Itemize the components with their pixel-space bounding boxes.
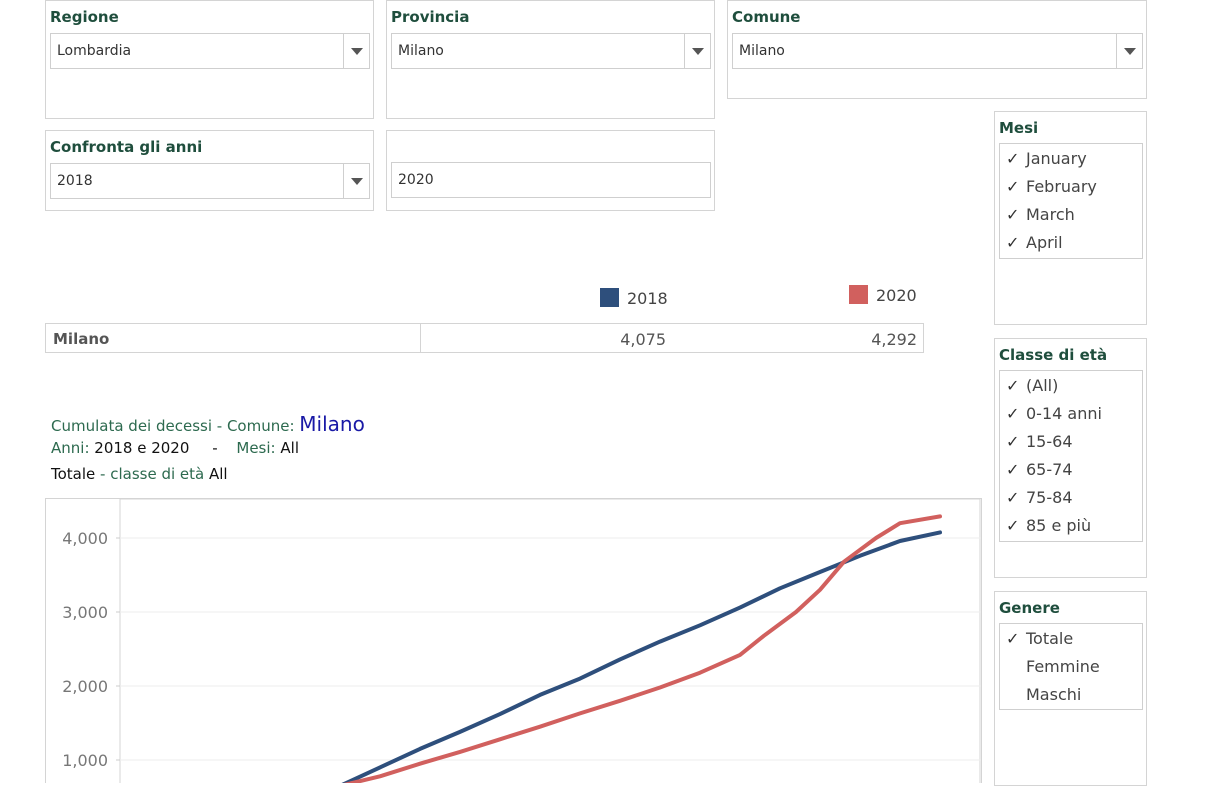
list-item[interactable]: ✓ February: [1006, 177, 1097, 203]
list-item[interactable]: ✓ 85 e più: [1006, 516, 1091, 542]
genere-title: Genere: [999, 599, 1060, 617]
list-item[interactable]: Maschi: [1006, 685, 1081, 711]
subtitle-city: Milano: [299, 412, 365, 436]
summary-value-2020: 4,292: [871, 330, 917, 349]
list-item[interactable]: ✓ Totale: [1006, 629, 1073, 655]
y-tick-label: 2,000: [62, 677, 108, 696]
genere-list: ✓ Totale Femmine Maschi: [999, 623, 1143, 710]
list-item[interactable]: ✓ (All): [1006, 376, 1058, 402]
regione-dropdown-button[interactable]: [343, 34, 369, 68]
y-tick-label: 3,000: [62, 603, 108, 622]
cumulative-deaths-chart: 1,000 2,000 3,000 4,000: [45, 498, 982, 783]
genere-filter: Genere ✓ Totale Femmine Maschi: [994, 591, 1147, 786]
list-item[interactable]: ✓ March: [1006, 205, 1075, 231]
anni-value1: 2018: [57, 173, 93, 189]
y-tick-label: 1,000: [62, 751, 108, 770]
list-item[interactable]: ✓ January: [1006, 149, 1087, 175]
provincia-dropdown[interactable]: Milano: [391, 33, 711, 69]
comune-filter: Comune Milano: [727, 0, 1147, 99]
check-icon: ✓: [1006, 460, 1020, 479]
anni-filter: Confronta gli anni 2018: [45, 130, 374, 211]
list-item[interactable]: Femmine: [1006, 657, 1100, 683]
regione-title: Regione: [50, 8, 119, 26]
list-item[interactable]: ✓ 0-14 anni: [1006, 404, 1102, 430]
comune-value: Milano: [739, 43, 785, 59]
chevron-down-icon: [692, 48, 704, 55]
check-icon: ✓: [1006, 376, 1020, 395]
subtitle-line1: Cumulata dei decessi - Comune: Milano: [51, 412, 365, 436]
check-icon: ✓: [1006, 149, 1020, 168]
classe-title: Classe di età: [999, 346, 1108, 364]
legend-label-2020: 2020: [876, 286, 917, 305]
summary-value-2018: 4,075: [620, 330, 666, 349]
chevron-down-icon: [1124, 48, 1136, 55]
list-item[interactable]: ✓ 15-64: [1006, 432, 1073, 458]
check-icon: ✓: [1006, 516, 1020, 535]
anni2-filter: 2020: [386, 130, 715, 211]
list-item[interactable]: ✓ 75-84: [1006, 488, 1073, 514]
plot-area: [119, 498, 981, 783]
anni2-input[interactable]: 2020: [391, 162, 711, 198]
y-tick-label: 4,000: [62, 529, 108, 548]
check-icon: ✓: [1006, 177, 1020, 196]
chevron-down-icon: [351, 178, 363, 185]
comune-dropdown-button[interactable]: [1116, 34, 1142, 68]
comune-title: Comune: [732, 8, 801, 26]
classe-filter: Classe di età ✓ (All) ✓ 0-14 anni ✓ 15-64 ✓…: [994, 338, 1147, 578]
chevron-down-icon: [351, 48, 363, 55]
anni-dropdown[interactable]: 2018: [50, 163, 370, 199]
provincia-value: Milano: [398, 43, 444, 59]
summary-table: Milano 4,075 4,292: [45, 323, 924, 353]
list-item[interactable]: ✓ April: [1006, 233, 1063, 259]
mesi-filter: Mesi ✓ January ✓ February ✓ March ✓ April: [994, 111, 1147, 325]
check-icon: ✓: [1006, 205, 1020, 224]
mesi-title: Mesi: [999, 119, 1039, 137]
legend-swatch-2018: [600, 288, 619, 307]
legend-label-2018: 2018: [627, 289, 668, 308]
subtitle-line2: Anni: 2018 e 2020 - Mesi: All: [51, 439, 299, 457]
subtitle-line3: Totale - classe di età All: [51, 465, 228, 483]
summary-divider: [420, 324, 421, 352]
regione-value: Lombardia: [57, 43, 132, 59]
summary-row-label: Milano: [53, 330, 110, 348]
comune-dropdown[interactable]: Milano: [732, 33, 1143, 69]
check-icon: ✓: [1006, 404, 1020, 423]
provincia-dropdown-button[interactable]: [684, 34, 710, 68]
legend-swatch-2020: [849, 285, 868, 304]
check-icon: ✓: [1006, 488, 1020, 507]
anni-value2: 2020: [398, 172, 434, 188]
anni-dropdown-button[interactable]: [343, 164, 369, 198]
list-item[interactable]: ✓ 65-74: [1006, 460, 1073, 486]
provincia-filter: Provincia Milano: [386, 0, 715, 119]
check-icon: ✓: [1006, 629, 1020, 648]
mesi-list: ✓ January ✓ February ✓ March ✓ April: [999, 143, 1143, 259]
regione-dropdown[interactable]: Lombardia: [50, 33, 370, 69]
provincia-title: Provincia: [391, 8, 470, 26]
check-icon: ✓: [1006, 432, 1020, 451]
check-icon: ✓: [1006, 233, 1020, 252]
regione-filter: Regione Lombardia: [45, 0, 374, 119]
classe-list: ✓ (All) ✓ 0-14 anni ✓ 15-64 ✓ 65-74 ✓ 75-84 ✓…: [999, 370, 1143, 542]
anni-title: Confronta gli anni: [50, 138, 203, 156]
